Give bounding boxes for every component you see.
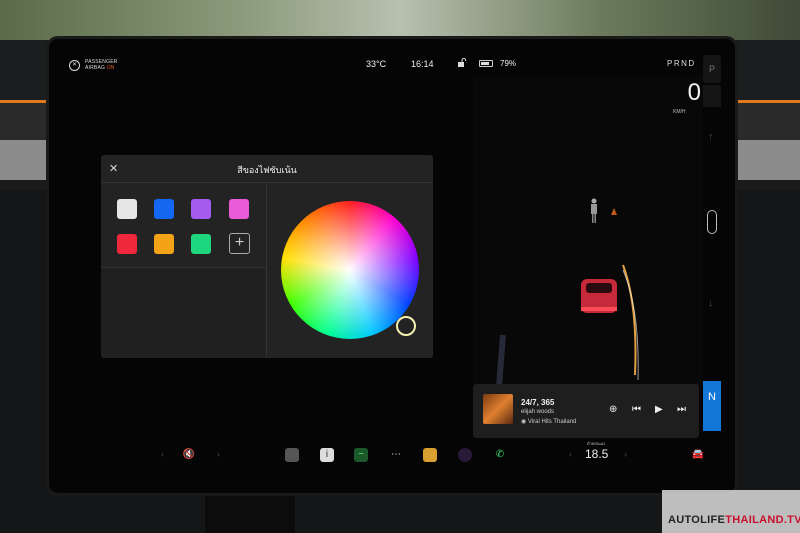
album-art[interactable] (483, 394, 513, 424)
outside-temperature: 33°C (366, 59, 387, 69)
energy-icon[interactable]: ~ (354, 448, 368, 462)
airbag-icon: ✕ (69, 59, 80, 71)
traffic-cone-icon (611, 208, 617, 215)
color-wheel-panel (267, 183, 433, 358)
custom-color-area (101, 268, 267, 358)
phone-icon[interactable]: ✆ (493, 448, 507, 462)
music-player: 24/7, 365 elijah woods ◉ Viral Hits Thai… (473, 384, 699, 438)
ego-car-icon (581, 279, 617, 313)
car-icon[interactable]: 🚘 (691, 448, 705, 462)
watermark-brand-a: AUTOLIFE (668, 514, 726, 526)
battery-icon (479, 60, 493, 67)
airbag-line2: AIRBAG (85, 65, 106, 71)
song-artist: elijah woods (521, 409, 555, 415)
dialog-header: ✕ สีของไฟซับเน้น (101, 155, 433, 183)
manual-icon[interactable]: i (320, 448, 334, 462)
bottom-dock: ‹ 🔇 › i ~ ⋯ ✆ ‹ ด้วยตนเอง 18.5 › 🚘 (49, 439, 735, 493)
speed-unit: KM/H (673, 109, 686, 115)
swatch-pink[interactable] (229, 199, 249, 219)
gear-up-arrow-icon[interactable]: ↑ (708, 131, 714, 143)
swatch-orange[interactable] (154, 234, 174, 254)
add-to-library-icon[interactable]: ⊕ (609, 404, 617, 415)
battery-percent: 79% (500, 59, 517, 68)
volume-left-chevron-icon[interactable]: ‹ (161, 449, 164, 459)
dialog-title: สีของไฟซับเน้น (237, 165, 297, 175)
status-bar: ✕ PASSENGER AIRBAG ON 33°C 16:14 79% (49, 39, 735, 71)
driving-visualization (473, 75, 703, 388)
road-scene (496, 198, 639, 388)
watermark-brand-b: THAILAND.TV (725, 514, 800, 526)
touch-screen: ✕ PASSENGER AIRBAG ON 33°C 16:14 79% ✕ ส… (46, 36, 738, 496)
spotify-icon: ◉ (521, 419, 528, 425)
screen-stand (205, 495, 295, 533)
play-icon[interactable]: ▶ (655, 404, 663, 415)
dashboard-left (0, 100, 48, 190)
speed-value: 0 (687, 79, 701, 106)
gear-selector: P ↑ ↓ N (703, 55, 721, 455)
glovebox-icon[interactable] (285, 448, 299, 462)
swatch-panel: + (101, 183, 267, 268)
climate-right-chevron-icon[interactable]: › (624, 449, 627, 459)
playlist-name: ◉ Viral Hits Thailand (521, 418, 576, 425)
volume-right-chevron-icon[interactable]: › (217, 449, 220, 459)
mute-icon[interactable]: 🔇 (182, 448, 196, 462)
watermark-logo: AUTOLIFETHAILAND.TV (662, 490, 800, 533)
battery-fill (481, 62, 489, 65)
gear-neutral[interactable]: N (703, 381, 721, 431)
add-color-button[interactable]: + (229, 233, 250, 254)
song-title: 24/7, 365 (521, 398, 555, 407)
more-apps-icon[interactable]: ⋯ (389, 448, 403, 462)
dashboard-right (738, 100, 800, 190)
gear-indicator: PRND (667, 59, 696, 68)
color-wheel-handle[interactable] (396, 316, 416, 336)
climate-mode-label: ด้วยตนเอง (587, 441, 606, 446)
unlock-icon[interactable] (457, 58, 467, 68)
accent-light-color-dialog: ✕ สีของไฟซับเน้น + (101, 155, 433, 358)
camera-icon[interactable] (458, 448, 472, 462)
color-wheel[interactable] (281, 201, 419, 339)
gear-down-arrow-icon[interactable]: ↓ (708, 297, 714, 309)
swatch-green[interactable] (191, 234, 211, 254)
background-top (0, 0, 800, 40)
airbag-indicator: ✕ PASSENGER AIRBAG ON (69, 59, 118, 71)
pedestrian-icon (591, 198, 597, 223)
airbag-state: ON (106, 65, 115, 71)
toybox-icon[interactable] (423, 448, 437, 462)
swatch-blue[interactable] (154, 199, 174, 219)
next-track-icon[interactable]: ⏭ (677, 404, 686, 415)
clock: 16:14 (411, 59, 434, 69)
swatch-white[interactable] (117, 199, 137, 219)
swatch-purple[interactable] (191, 199, 211, 219)
climate-temperature[interactable]: 18.5 (585, 447, 608, 461)
climate-left-chevron-icon[interactable]: ‹ (569, 449, 572, 459)
swatch-red[interactable] (117, 234, 137, 254)
car-top-view-icon (707, 210, 717, 234)
previous-track-icon[interactable]: ⏮ (632, 404, 641, 415)
gear-park-sub (703, 85, 721, 107)
gear-park[interactable]: P (703, 55, 721, 83)
playlist-label: Viral Hits Thailand (527, 419, 577, 425)
